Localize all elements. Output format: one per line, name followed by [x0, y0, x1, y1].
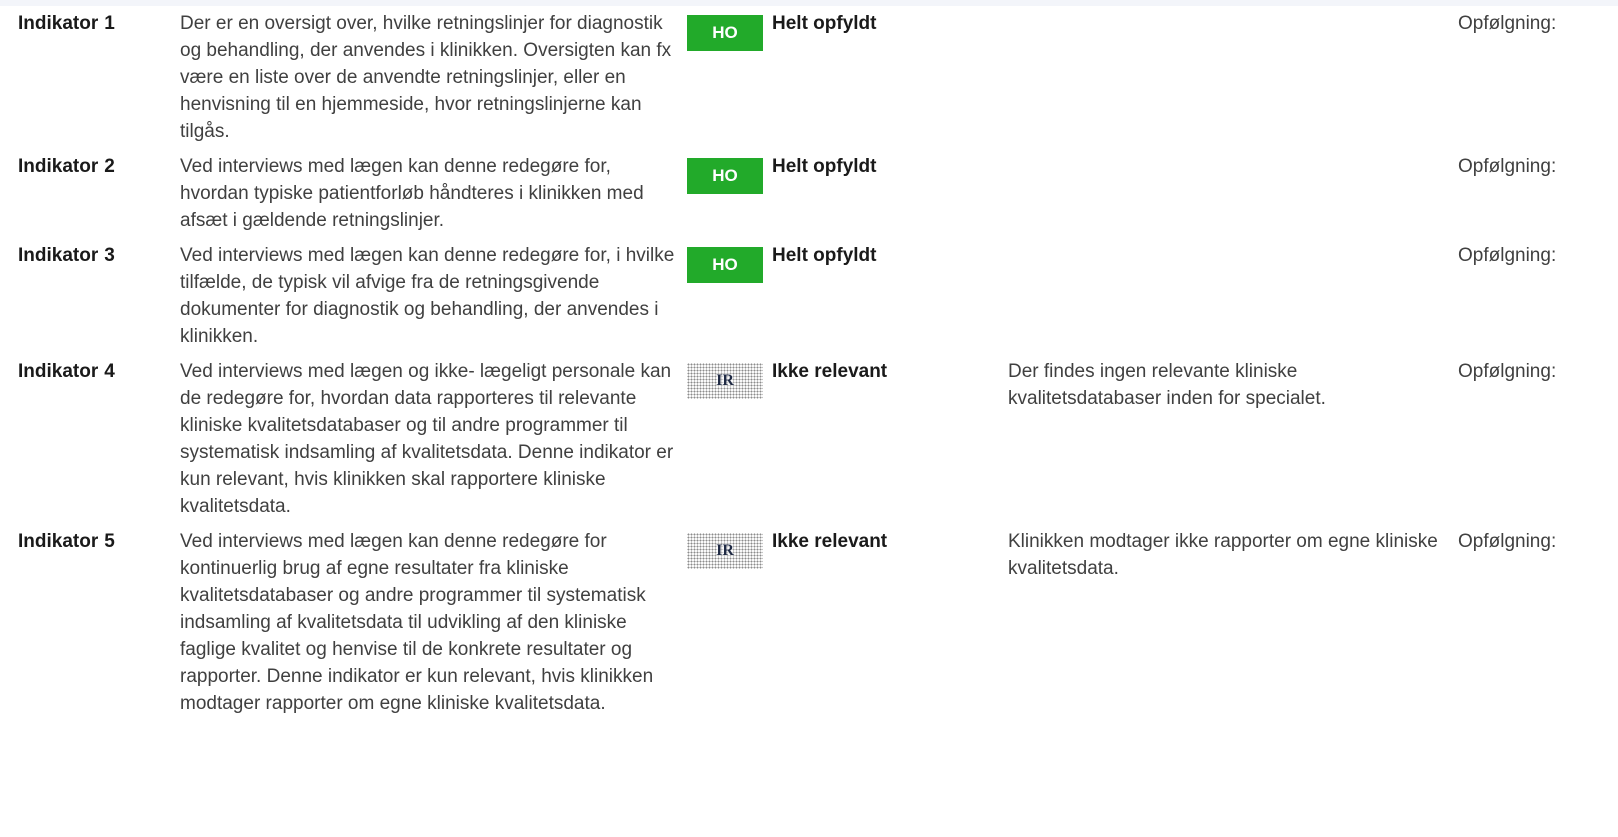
assessment-note — [1008, 153, 1458, 234]
indicator-row-3: Indikator 3 Ved interviews med lægen kan … — [0, 242, 1618, 350]
status-text: Ikke relevant — [772, 531, 888, 552]
top-strip — [0, 0, 1618, 6]
assessment-note — [1008, 242, 1458, 350]
badge-cell: HO — [687, 153, 772, 234]
indicator-number: 5 — [104, 531, 115, 552]
indicator-label-text: Indikator — [18, 156, 99, 177]
indicator-description: Ved interviews med lægen kan denne redeg… — [180, 156, 644, 231]
indicator-label: Indikator 4 — [18, 358, 180, 520]
assessment-note — [1008, 10, 1458, 145]
status-text: Helt opfyldt — [772, 245, 877, 266]
followup-label: Opfølgning: — [1458, 156, 1557, 177]
status-text: Ikke relevant — [772, 361, 888, 382]
indicator-number: 3 — [104, 245, 115, 266]
followup-label: Opfølgning: — [1458, 13, 1557, 34]
indicator-row-2: Indikator 2 Ved interviews med lægen kan … — [0, 153, 1618, 234]
indicator-row-5: Indikator 5 Ved interviews med lægen kan … — [0, 528, 1618, 717]
indicator-row-4: Indikator 4 Ved interviews med lægen og i… — [0, 358, 1618, 520]
badge-cell: IR — [687, 528, 772, 717]
assessment-note: Klinikken modtager ikke rapporter om egn… — [1008, 531, 1438, 579]
indicator-description: Ved interviews med lægen og ikke- lægeli… — [180, 361, 674, 517]
indicator-row-1: Indikator 1 Der er en oversigt over, hvil… — [0, 10, 1618, 145]
indicator-label-text: Indikator — [18, 531, 99, 552]
followup-label: Opfølgning: — [1458, 531, 1557, 552]
indicator-list: Indikator 1 Der er en oversigt over, hvil… — [0, 10, 1618, 725]
indicator-label: Indikator 1 — [18, 10, 180, 145]
badge-cell: HO — [687, 10, 772, 145]
indicator-label: Indikator 2 — [18, 153, 180, 234]
followup-label: Opfølgning: — [1458, 361, 1557, 382]
indicator-label-text: Indikator — [18, 361, 99, 382]
ir-badge-icon: IR — [687, 533, 763, 569]
assessment-note: Der findes ingen relevante kliniske kval… — [1008, 361, 1326, 409]
indicator-description: Der er en oversigt over, hvilke retnings… — [180, 13, 672, 142]
indicator-number: 1 — [104, 13, 115, 34]
ho-badge-icon: HO — [687, 15, 763, 51]
indicator-label: Indikator 5 — [18, 528, 180, 717]
badge-cell: IR — [687, 358, 772, 520]
status-text: Helt opfyldt — [772, 156, 877, 177]
badge-cell: HO — [687, 242, 772, 350]
indicator-number: 2 — [104, 156, 115, 177]
indicator-label-text: Indikator — [18, 13, 99, 34]
ho-badge-icon: HO — [687, 247, 763, 283]
indicator-description: Ved interviews med lægen kan denne redeg… — [180, 245, 675, 347]
indicator-description: Ved interviews med lægen kan denne redeg… — [180, 531, 654, 714]
indicator-label: Indikator 3 — [18, 242, 180, 350]
indicator-label-text: Indikator — [18, 245, 99, 266]
indicator-number: 4 — [104, 361, 115, 382]
followup-label: Opfølgning: — [1458, 245, 1557, 266]
status-text: Helt opfyldt — [772, 13, 877, 34]
ho-badge-icon: HO — [687, 158, 763, 194]
ir-badge-icon: IR — [687, 363, 763, 399]
